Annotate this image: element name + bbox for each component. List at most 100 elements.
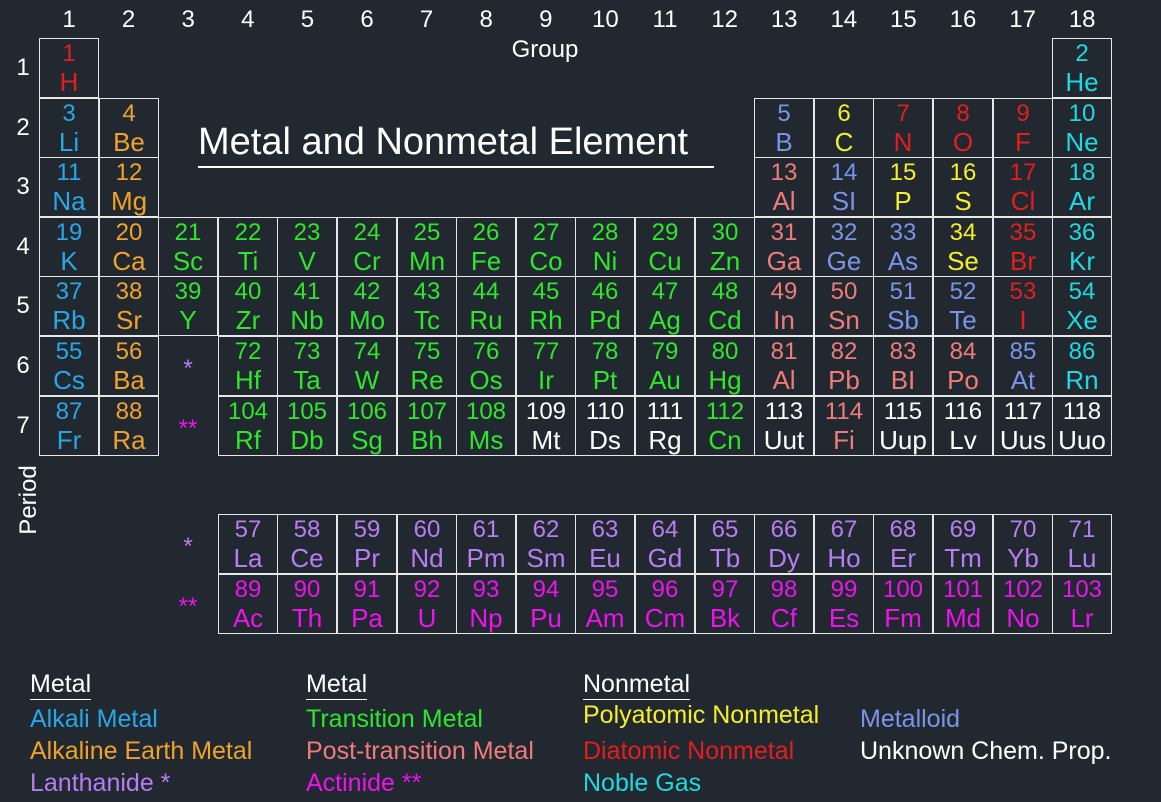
element-symbol: Cm (644, 603, 686, 633)
element-symbol: Yb (1007, 543, 1039, 573)
atomic-number: 94 (532, 576, 560, 603)
element-symbol: Cn (708, 425, 742, 455)
element-symbol: Ga (766, 246, 802, 276)
atomic-number: 45 (532, 278, 560, 305)
element-cell: 105 Db (277, 396, 337, 456)
element-cell: 48 Cd (695, 276, 755, 336)
element-cell: 35 Br (993, 217, 1053, 277)
element-symbol: Cu (648, 246, 682, 276)
group-number: 1 (62, 6, 76, 33)
element-cell: 8O (933, 98, 993, 158)
element-cell: 32 Ge (814, 217, 874, 277)
atomic-number: 59 (353, 516, 381, 543)
atomic-number: 26 (472, 219, 500, 246)
legend-lanthanide: Lanthanide * (30, 769, 171, 797)
atomic-number: 19 (55, 219, 83, 246)
element-cell: 101 Md (933, 574, 993, 634)
period-number: 1 (16, 54, 30, 81)
atomic-number: 25 (413, 219, 441, 246)
element-cell: 83 BI (873, 336, 933, 396)
group-number: 11 (652, 6, 678, 33)
atomic-number: 99 (830, 576, 858, 603)
atomic-number: 65 (711, 516, 739, 543)
element-cell: 52 Te (933, 276, 993, 336)
element-cell: 11 Na (39, 157, 99, 217)
element-symbol: Rf (235, 425, 261, 455)
element-symbol: Fi (833, 425, 855, 455)
atomic-number: 112 (705, 398, 745, 425)
element-cell: 73 Ta (277, 336, 337, 396)
element-cell: 90 Th (277, 574, 337, 634)
atomic-number: 64 (651, 516, 679, 543)
atomic-number: 58 (293, 516, 321, 543)
element-cell: 17 Cl (993, 157, 1053, 217)
element-symbol: Tb (709, 543, 741, 573)
element-cell: 49 In (754, 276, 814, 336)
element-cell: 97 Bk (695, 574, 755, 634)
element-cell: 51 Sb (873, 276, 933, 336)
element-cell: 29 Cu (635, 217, 695, 277)
element-symbol: Ms (468, 425, 504, 455)
atomic-number: 71 (1068, 516, 1096, 543)
element-cell: 14 SI (814, 157, 874, 217)
element-symbol: V (298, 246, 316, 276)
element-symbol: Ag (649, 305, 681, 335)
atomic-number: 68 (889, 516, 917, 543)
group-number: 15 (890, 6, 917, 33)
atomic-number: 67 (830, 516, 858, 543)
element-cell: 44 Ru (456, 276, 516, 336)
group-number: 3 (181, 6, 195, 33)
element-symbol: Tm (944, 543, 982, 573)
element-symbol: Cl (1010, 186, 1036, 216)
element-cell: 67 Ho (814, 514, 874, 574)
atomic-number: 72 (234, 338, 262, 365)
atomic-number: 89 (234, 576, 262, 603)
element-cell: 68 Er (873, 514, 933, 574)
group-number: 2 (121, 6, 136, 33)
element-symbol: Re (410, 365, 444, 395)
element-symbol: Mn (408, 246, 446, 276)
element-cell: 104 Rf (218, 396, 278, 456)
group-number: 7 (419, 6, 434, 33)
element-cell: 45 Rh (516, 276, 576, 336)
atomic-number: 13 (770, 159, 798, 186)
element-symbol: Nb (290, 305, 324, 335)
element-symbol: BI (890, 365, 916, 395)
element-symbol: Md (944, 603, 982, 633)
element-symbol: N (893, 127, 913, 157)
atomic-number: 35 (1009, 219, 1037, 246)
element-cell: 107 Bh (397, 396, 457, 456)
atomic-number: 41 (293, 278, 321, 305)
atomic-number: 22 (234, 219, 262, 246)
element-symbol: Ac (232, 603, 264, 633)
element-symbol: Pm (466, 543, 506, 573)
element-symbol: I (1019, 305, 1027, 335)
element-cell: 103 Lr (1052, 574, 1112, 634)
element-symbol: Es (828, 603, 860, 633)
element-symbol: Al (772, 365, 796, 395)
element-symbol: Cf (771, 603, 797, 633)
atomic-number: 30 (711, 219, 739, 246)
element-symbol: Uup (879, 425, 927, 455)
element-cell: 115 Uup (873, 396, 933, 456)
element-cell: 64 Gd (635, 514, 695, 574)
element-symbol: Ho (827, 543, 861, 573)
element-symbol: Au (649, 365, 681, 395)
element-cell: 25 Mn (397, 217, 457, 277)
group-number: 8 (479, 6, 493, 33)
atomic-number: 9 (1016, 100, 1030, 127)
atomic-number: 91 (353, 576, 381, 603)
atomic-number: 34 (949, 219, 977, 246)
atomic-number: 104 (227, 398, 269, 425)
element-symbol: Rn (1065, 365, 1099, 395)
element-symbol: Sc (172, 246, 204, 276)
element-cell: 50 Sn (814, 276, 874, 336)
element-cell: 77 Ir (516, 336, 576, 396)
atomic-number: 98 (770, 576, 798, 603)
group-number: 13 (770, 6, 798, 33)
element-symbol: Li (58, 127, 80, 157)
atomic-number: 3 (62, 100, 76, 127)
element-cell: 18 Ar (1052, 157, 1112, 217)
element-cell: 72 Hf (218, 336, 278, 396)
element-symbol: Y (179, 305, 197, 335)
